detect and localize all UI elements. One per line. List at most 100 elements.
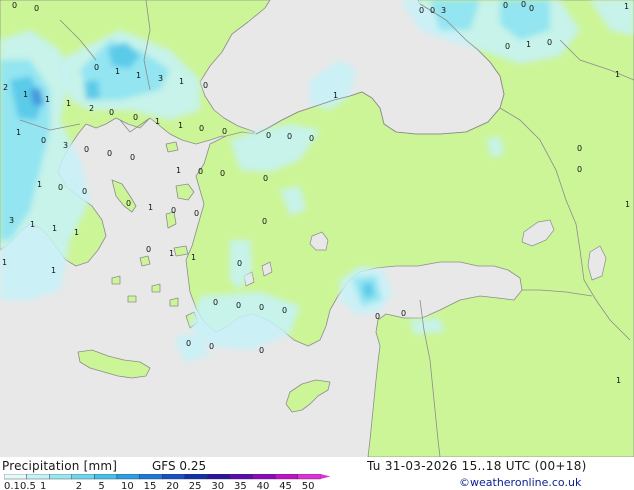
land-island-6: [165, 141, 179, 153]
legend-arrow: [320, 474, 331, 479]
value-marker: 1: [23, 90, 28, 99]
legend-label: 25: [189, 481, 202, 490]
legend-color-boxes: [4, 474, 331, 480]
value-marker: 1: [624, 2, 629, 11]
value-marker: 1: [115, 67, 120, 76]
value-marker: 0: [213, 298, 218, 307]
value-marker: 0: [203, 81, 208, 90]
value-marker: 1: [625, 200, 630, 209]
value-marker: 0: [194, 209, 199, 218]
value-marker: 2: [89, 104, 94, 113]
credit-link[interactable]: ©weatheronline.co.uk: [459, 476, 581, 490]
value-marker: 1: [176, 166, 181, 175]
value-marker: 3: [63, 141, 68, 150]
value-marker: 1: [179, 77, 184, 86]
value-marker: 0: [521, 0, 526, 9]
legend-color-box: [229, 474, 253, 480]
value-marker: 0: [107, 149, 112, 158]
legend-color-box: [71, 474, 95, 480]
value-marker: 0: [41, 136, 46, 145]
value-marker: 0: [199, 124, 204, 133]
value-marker: 0: [236, 301, 241, 310]
value-marker: 0: [282, 306, 287, 315]
precip-patch: [410, 318, 444, 334]
value-marker: 1: [52, 224, 57, 233]
precipitation-legend: 0.1 0.5 1 2 5 10 15 20 25 30 35 40 45 50: [4, 474, 331, 490]
legend-color-box: [116, 474, 140, 480]
legend-color-box: [49, 474, 73, 480]
value-marker: 0: [401, 309, 406, 318]
value-marker: 1: [169, 249, 174, 258]
precip-patch: [362, 282, 374, 298]
value-marker: 0: [237, 259, 242, 268]
value-marker: 0: [133, 113, 138, 122]
legend-label: 1: [40, 481, 46, 490]
value-marker: 0: [375, 312, 380, 321]
value-marker: 0: [130, 153, 135, 162]
value-marker: 0: [430, 6, 435, 15]
value-marker: 0: [84, 145, 89, 154]
value-marker: 0: [58, 183, 63, 192]
legend-label: 0.1: [4, 481, 20, 490]
legend-label: 35: [234, 481, 247, 490]
value-marker: 0: [505, 42, 510, 51]
legend-labels: 0.1 0.5 1 2 5 10 15 20 25 30 35 40 45 50: [4, 481, 315, 490]
value-marker: 0: [126, 199, 131, 208]
legend-color-box: [94, 474, 118, 480]
land-island-3: [127, 295, 137, 303]
value-marker: 0: [263, 174, 268, 183]
legend-color-box: [252, 474, 276, 480]
legend-label: 5: [98, 481, 104, 490]
value-marker: 1: [51, 266, 56, 275]
value-marker: 0: [266, 131, 271, 140]
land-island-1: [139, 255, 151, 267]
value-marker: 1: [178, 121, 183, 130]
value-marker: 0: [146, 245, 151, 254]
legend-label: 30: [211, 481, 224, 490]
valid-time-label: Tu 31-03-2026 15..18 UTC (00+18): [367, 459, 587, 473]
legend-color-box: [4, 474, 27, 480]
value-marker: 0: [12, 1, 17, 10]
legend-label: 15: [144, 481, 157, 490]
value-marker: 0: [503, 1, 508, 10]
value-marker: 0: [577, 144, 582, 153]
value-marker: 1: [148, 203, 153, 212]
value-marker: 0: [220, 169, 225, 178]
value-marker: 0: [529, 4, 534, 13]
legend-label: 2: [76, 481, 82, 490]
value-marker: 0: [34, 4, 39, 13]
value-marker: 0: [547, 38, 552, 47]
value-marker: 1: [37, 180, 42, 189]
value-marker: 0: [109, 108, 114, 117]
legend-label: 40: [257, 481, 270, 490]
legend-color-box: [275, 474, 299, 480]
footer-bar: Precipitation [mm] GFS 0.25 Tu 31-03-202…: [0, 457, 634, 490]
value-marker: 1: [526, 40, 531, 49]
precipitation-map: 0 0 0 0 3 0 0 0 1 0 1 0 1 0 1 1 3 1 0 2 1 1 1 2 0 0 1 1 1 0 0 1 0 3 0 0 0 0 0 0…: [0, 0, 634, 457]
map-frame: 0000300010101011310211120011100103000000…: [0, 0, 634, 490]
legend-label: 10: [121, 481, 134, 490]
value-marker: 2: [3, 83, 8, 92]
value-marker: 0: [259, 303, 264, 312]
value-marker: 0: [259, 346, 264, 355]
value-marker: 1: [615, 70, 620, 79]
legend-color-box: [161, 474, 185, 480]
value-marker: 0: [287, 132, 292, 141]
value-marker: 1: [30, 220, 35, 229]
value-marker: 0: [186, 339, 191, 348]
value-marker: 1: [74, 228, 79, 237]
value-marker: 3: [441, 6, 446, 15]
value-marker: 1: [45, 95, 50, 104]
legend-label: 20: [166, 481, 179, 490]
legend-color-box: [297, 474, 321, 480]
value-marker: 1: [16, 128, 21, 137]
value-marker: 0: [577, 165, 582, 174]
value-marker: 1: [333, 91, 338, 100]
value-marker: 0: [262, 217, 267, 226]
value-marker: 0: [94, 63, 99, 72]
value-marker: 1: [136, 71, 141, 80]
legend-label: 0.5: [20, 481, 36, 490]
land-samos: [173, 245, 189, 257]
value-marker: 1: [191, 253, 196, 262]
product-label: Precipitation [mm]: [2, 459, 118, 473]
